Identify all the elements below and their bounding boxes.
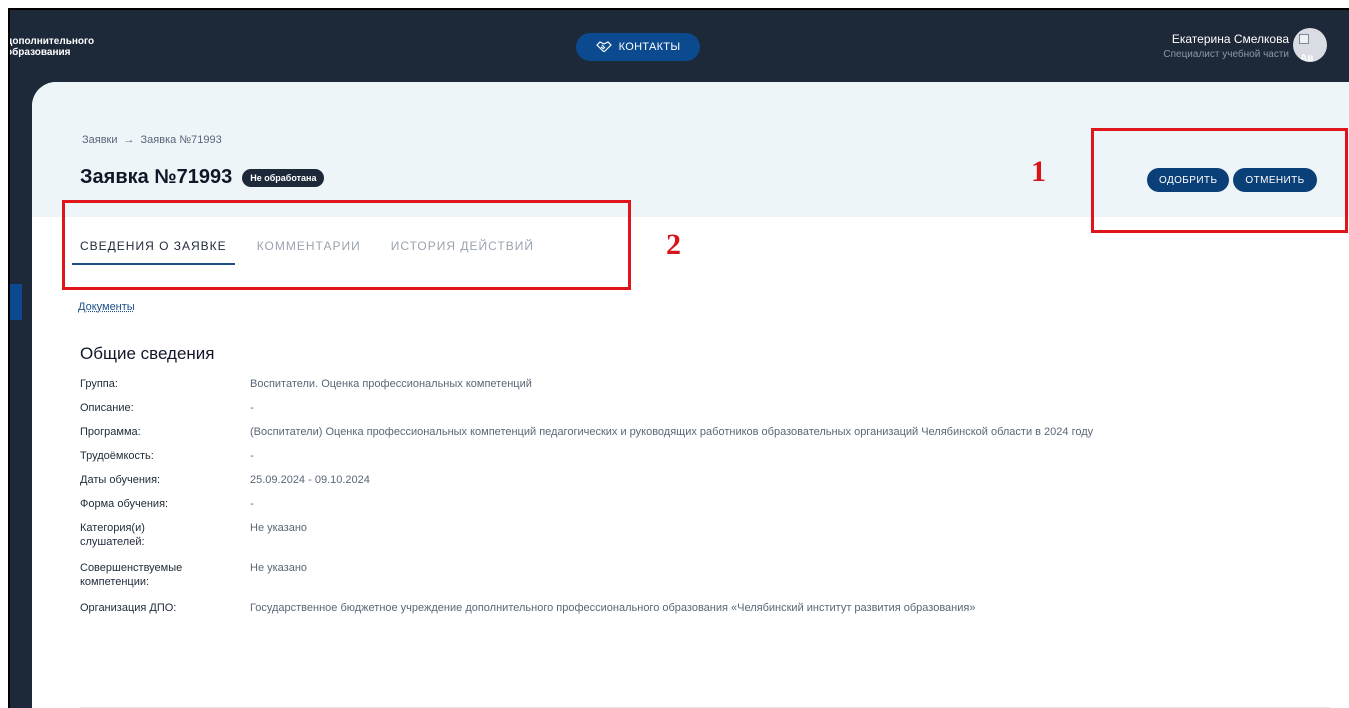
title-row: Заявка №71993 Не обработана	[80, 166, 325, 189]
section-title: Общие сведения	[80, 344, 215, 363]
annotation-label-1: 1	[1031, 155, 1046, 188]
arrow-right-icon: →	[123, 134, 135, 146]
avatar-alt-text: Ав	[1300, 53, 1314, 62]
info-value: Государственное бюджетное учреждение доп…	[250, 602, 976, 614]
logo-line-1: дополнительного	[8, 36, 95, 47]
info-value: Воспитатели. Оценка профессиональных ком…	[250, 378, 532, 390]
user-name: Екатерина Смелкова	[1171, 32, 1289, 46]
annotation-box-1	[1091, 128, 1348, 233]
status-badge: Не обработана	[242, 168, 325, 187]
info-label: Форма обучения:	[80, 498, 169, 510]
breadcrumb: Заявки → Заявка №71993	[82, 134, 222, 146]
info-value: 25.09.2024 - 09.10.2024	[250, 474, 370, 486]
info-value: -	[250, 450, 254, 462]
info-value: (Воспитатели) Оценка профессиональных ко…	[250, 426, 1094, 438]
info-label: Категория(и) слушателей:	[80, 522, 145, 548]
info-row-group: Группа: Воспитатели. Оценка профессионал…	[80, 377, 1320, 401]
page-title: Заявка №71993	[80, 166, 233, 188]
info-label: Программа:	[80, 426, 141, 438]
top-bar: дополнительного образования КОНТАКТЫ Ека…	[10, 10, 1349, 82]
documents-link[interactable]: Документы	[78, 301, 135, 313]
info-label: Даты обучения:	[80, 474, 161, 486]
app-window: дополнительного образования КОНТАКТЫ Ека…	[8, 8, 1349, 708]
info-label: Трудоёмкость:	[80, 450, 154, 462]
info-grid: Группа: Воспитатели. Оценка профессионал…	[80, 377, 1320, 625]
info-row-study-form: Форма обучения: -	[80, 497, 1320, 521]
info-row-categories: Категория(и) слушателей: Не указано	[80, 521, 1320, 561]
info-value: -	[250, 498, 254, 510]
info-row-workload: Трудоёмкость: -	[80, 449, 1320, 473]
logo[interactable]: дополнительного образования	[8, 36, 95, 58]
info-row-description: Описание: -	[80, 401, 1320, 425]
info-label: Организация ДПО:	[80, 602, 177, 614]
breadcrumb-requests-link[interactable]: Заявки	[82, 134, 118, 146]
sidebar-active-indicator	[10, 284, 22, 320]
annotation-box-2	[62, 200, 631, 290]
handshake-icon	[595, 41, 612, 53]
info-value: Не указано	[250, 522, 308, 534]
info-value: Не указано	[250, 562, 308, 574]
breadcrumb-current: Заявка №71993	[140, 134, 222, 146]
info-row-organization: Организация ДПО: Государственное бюджетн…	[80, 601, 1320, 625]
contacts-button[interactable]: КОНТАКТЫ	[576, 33, 700, 61]
info-row-program: Программа: (Воспитатели) Оценка професси…	[80, 425, 1320, 449]
info-label: Описание:	[80, 402, 134, 414]
annotation-label-2: 2	[666, 228, 681, 261]
info-label: Группа:	[80, 378, 118, 390]
info-value: -	[250, 402, 254, 414]
contacts-label: КОНТАКТЫ	[618, 41, 681, 53]
info-label: Совершенствуемые компетенции:	[80, 562, 183, 588]
user-info[interactable]: Екатерина Смелкова Специалист учебной ча…	[1163, 32, 1289, 60]
info-row-dates: Даты обучения: 25.09.2024 - 09.10.2024	[80, 473, 1320, 497]
info-row-competencies: Совершенствуемые компетенции: Не указано	[80, 561, 1320, 601]
logo-line-2: образования	[8, 47, 71, 58]
broken-image-icon	[1299, 34, 1309, 44]
user-role: Специалист учебной части	[1163, 49, 1289, 60]
avatar[interactable]: Ав	[1293, 28, 1327, 62]
